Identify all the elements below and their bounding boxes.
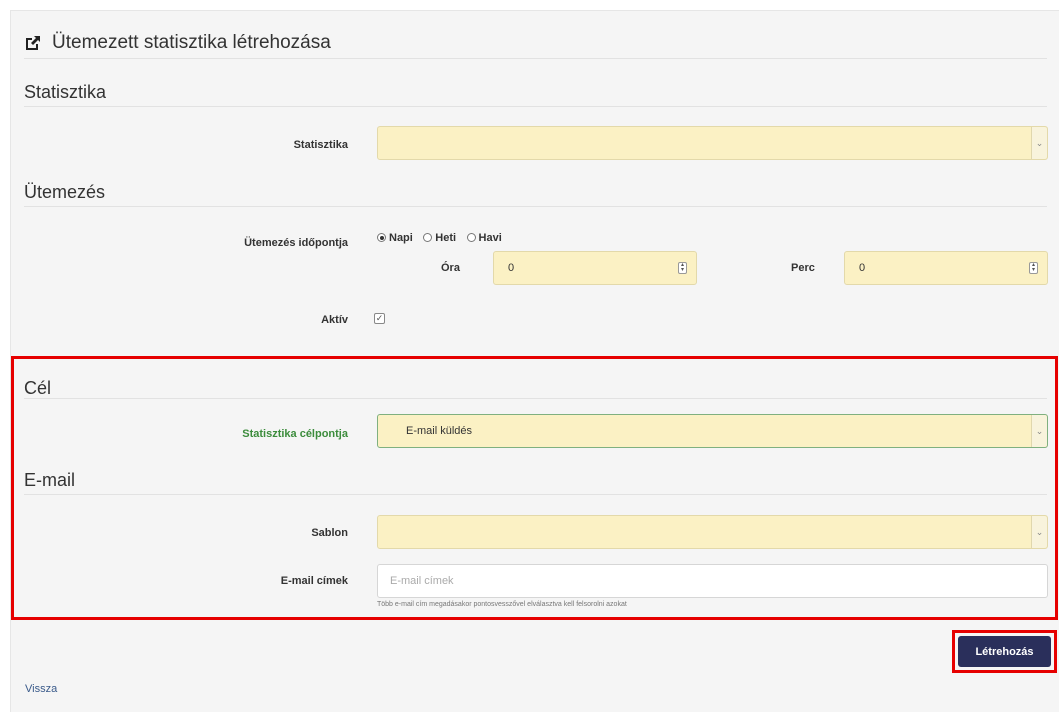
ora-label: Óra xyxy=(441,262,460,274)
ora-input[interactable]: 0 ▴ ▾ xyxy=(493,251,697,285)
radio-heti[interactable]: Heti xyxy=(423,232,456,244)
page-title: Ütemezett statisztika létrehozása xyxy=(24,32,331,54)
radio-label-havi: Havi xyxy=(478,231,502,244)
highlight-box xyxy=(11,356,1058,620)
radio-havi[interactable]: Havi xyxy=(466,231,502,244)
page-title-text: Ütemezett statisztika létrehozása xyxy=(52,32,331,53)
statisztika-select[interactable]: ⌄ xyxy=(377,126,1048,160)
divider xyxy=(24,58,1047,59)
spinner-icon[interactable]: ▴ ▾ xyxy=(1029,262,1038,274)
divider xyxy=(24,106,1047,107)
ora-value: 0 xyxy=(508,262,515,274)
utemezes-label: Ütemezés időpontja xyxy=(244,237,348,249)
section-heading-statisztika: Statisztika xyxy=(24,82,107,102)
perc-value: 0 xyxy=(859,262,866,274)
back-link[interactable]: Vissza xyxy=(25,683,57,695)
spinner-icon[interactable]: ▴ ▾ xyxy=(678,262,687,274)
chevron-down-icon: ⌄ xyxy=(1031,127,1047,159)
perc-label: Perc xyxy=(791,262,815,274)
radio-dot[interactable] xyxy=(423,233,433,242)
radio-dot[interactable] xyxy=(466,233,476,242)
radio-dot[interactable] xyxy=(377,233,386,242)
schedule-radio-group: Napi Heti Havi xyxy=(377,229,508,247)
create-button[interactable]: Létrehozás xyxy=(958,636,1051,667)
divider xyxy=(24,206,1047,207)
statisztika-label: Statisztika xyxy=(293,139,348,151)
radio-label-heti: Heti xyxy=(435,231,457,244)
radio-label-napi: Napi xyxy=(389,231,413,244)
radio-napi[interactable]: Napi xyxy=(377,232,413,244)
aktiv-checkbox[interactable]: ✓ xyxy=(374,313,385,324)
perc-input[interactable]: 0 ▴ ▾ xyxy=(844,251,1048,285)
aktiv-label: Aktív xyxy=(321,314,348,326)
section-heading-utemezes: Ütemezés xyxy=(24,182,106,202)
external-link-icon xyxy=(26,36,40,50)
